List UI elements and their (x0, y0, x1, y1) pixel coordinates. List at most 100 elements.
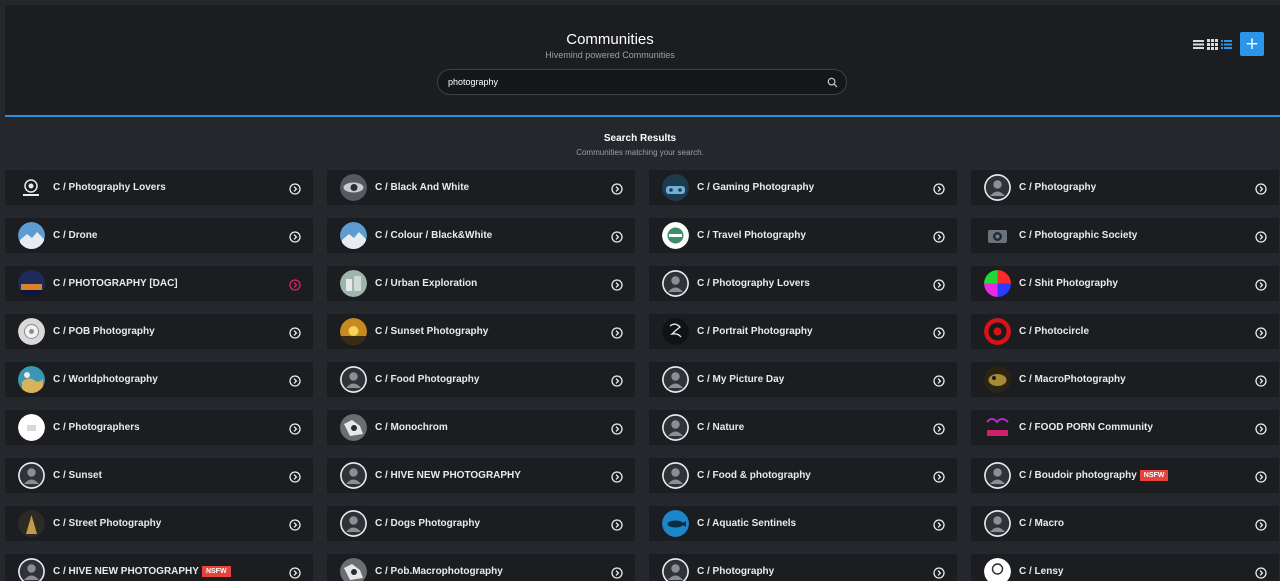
community-card[interactable]: C / Aquatic Sentinels (649, 506, 957, 541)
chevron-right-circle-icon[interactable] (611, 566, 623, 579)
chevron-right-circle-icon[interactable] (1255, 326, 1267, 339)
community-name[interactable]: C / Photographic Society (1019, 218, 1137, 253)
community-name[interactable]: C / FOOD PORN Community (1019, 410, 1153, 445)
community-card[interactable]: C / Food & photography (649, 458, 957, 493)
community-card[interactable]: C / Pob.Macrophotography (327, 554, 635, 581)
chevron-right-circle-icon[interactable] (611, 422, 623, 435)
chevron-right-circle-icon[interactable] (611, 518, 623, 531)
community-card[interactable]: C / Urban Exploration (327, 266, 635, 301)
add-community-button[interactable]: + (1240, 32, 1264, 56)
chevron-right-circle-icon[interactable] (1255, 566, 1267, 579)
community-name[interactable]: C / Aquatic Sentinels (697, 506, 796, 541)
community-card[interactable]: C / Lensy (971, 554, 1279, 581)
chevron-right-circle-icon[interactable] (611, 182, 623, 195)
chevron-right-circle-icon[interactable] (289, 230, 301, 243)
community-card[interactable]: C / Sunset Photography (327, 314, 635, 349)
community-card[interactable]: C / Portrait Photography (649, 314, 957, 349)
community-card[interactable]: C / Photographers (5, 410, 313, 445)
search-input[interactable] (448, 70, 818, 94)
chevron-right-circle-icon[interactable] (289, 326, 301, 339)
community-name[interactable]: C / Photography Lovers (53, 170, 166, 205)
community-name[interactable]: C / Travel Photography (697, 218, 806, 253)
list-view-icon[interactable] (1193, 39, 1204, 50)
community-card[interactable]: C / Photography (971, 170, 1279, 205)
community-name[interactable]: C / Monochrom (375, 410, 448, 445)
chevron-right-circle-icon[interactable] (611, 470, 623, 483)
community-card[interactable]: C / Travel Photography (649, 218, 957, 253)
community-card[interactable]: C / Photography Lovers (649, 266, 957, 301)
community-name[interactable]: C / Food & photography (697, 458, 811, 493)
chevron-right-circle-icon[interactable] (1255, 374, 1267, 387)
chevron-right-circle-icon[interactable] (933, 230, 945, 243)
chevron-right-circle-icon[interactable] (289, 566, 301, 579)
community-name[interactable]: C / Dogs Photography (375, 506, 480, 541)
community-name[interactable]: C / POB Photography (53, 314, 155, 349)
community-name[interactable]: C / Photography Lovers (697, 266, 810, 301)
chevron-right-circle-icon[interactable] (933, 566, 945, 579)
community-card[interactable]: C / FOOD PORN Community (971, 410, 1279, 445)
community-name[interactable]: C / MacroPhotography (1019, 362, 1126, 397)
community-name[interactable]: C / Food Photography (375, 362, 479, 397)
community-card[interactable]: C / POB Photography (5, 314, 313, 349)
community-name[interactable]: C / Lensy (1019, 554, 1063, 581)
community-name[interactable]: C / Photography (1019, 170, 1096, 205)
chevron-right-circle-icon[interactable] (933, 470, 945, 483)
community-card[interactable]: C / Boudoir photography NSFW (971, 458, 1279, 493)
community-card[interactable]: C / Shit Photography (971, 266, 1279, 301)
community-card[interactable]: C / Sunset (5, 458, 313, 493)
community-name[interactable]: C / Photocircle (1019, 314, 1089, 349)
community-card[interactable]: C / Dogs Photography (327, 506, 635, 541)
community-name[interactable]: C / My Picture Day (697, 362, 784, 397)
community-name[interactable]: C / Colour / Black&White (375, 218, 492, 253)
community-card[interactable]: C / Nature (649, 410, 957, 445)
community-card[interactable]: C / Street Photography (5, 506, 313, 541)
search-box[interactable] (437, 69, 847, 95)
chevron-right-circle-icon[interactable] (1255, 230, 1267, 243)
grid-view-icon[interactable] (1207, 38, 1218, 50)
community-card[interactable]: C / Gaming Photography (649, 170, 957, 205)
community-name[interactable]: C / Worldphotography (53, 362, 158, 397)
community-card[interactable]: C / My Picture Day (649, 362, 957, 397)
community-name[interactable]: C / Drone (53, 218, 97, 253)
search-icon[interactable] (827, 77, 838, 88)
community-card[interactable]: C / Food Photography (327, 362, 635, 397)
chevron-right-circle-icon[interactable] (933, 278, 945, 291)
chevron-right-circle-icon[interactable] (1255, 278, 1267, 291)
chevron-right-circle-icon[interactable] (933, 518, 945, 531)
community-card[interactable]: C / HIVE NEW PHOTOGRAPHY (327, 458, 635, 493)
chevron-right-circle-icon[interactable] (933, 422, 945, 435)
community-name[interactable]: C / Sunset (53, 458, 102, 493)
chevron-right-circle-icon[interactable] (611, 374, 623, 387)
chevron-right-circle-icon[interactable] (933, 326, 945, 339)
community-card[interactable]: C / MacroPhotography (971, 362, 1279, 397)
community-card[interactable]: C / Worldphotography (5, 362, 313, 397)
community-name[interactable]: C / Photography (697, 554, 774, 581)
chevron-right-circle-icon[interactable] (289, 278, 301, 291)
chevron-right-circle-icon[interactable] (289, 422, 301, 435)
community-name[interactable]: C / HIVE NEW PHOTOGRAPHY NSFW (53, 554, 231, 581)
chevron-right-circle-icon[interactable] (1255, 518, 1267, 531)
community-name[interactable]: C / Macro (1019, 506, 1064, 541)
community-card[interactable]: C / Drone (5, 218, 313, 253)
chevron-right-circle-icon[interactable] (933, 182, 945, 195)
community-card[interactable]: C / Photocircle (971, 314, 1279, 349)
community-name[interactable]: C / Nature (697, 410, 744, 445)
chevron-right-circle-icon[interactable] (289, 374, 301, 387)
community-card[interactable]: C / Photographic Society (971, 218, 1279, 253)
community-name[interactable]: C / HIVE NEW PHOTOGRAPHY (375, 458, 521, 493)
community-card[interactable]: C / PHOTOGRAPHY [DAC] (5, 266, 313, 301)
chevron-right-circle-icon[interactable] (611, 278, 623, 291)
chevron-right-circle-icon[interactable] (933, 374, 945, 387)
community-name[interactable]: C / Gaming Photography (697, 170, 814, 205)
community-card[interactable]: C / Photography (649, 554, 957, 581)
community-card[interactable]: C / Black And White (327, 170, 635, 205)
chevron-right-circle-icon[interactable] (611, 326, 623, 339)
community-card[interactable]: C / Photography Lovers (5, 170, 313, 205)
community-card[interactable]: C / Colour / Black&White (327, 218, 635, 253)
community-name[interactable]: C / Black And White (375, 170, 469, 205)
community-name[interactable]: C / Urban Exploration (375, 266, 477, 301)
community-name[interactable]: C / Photographers (53, 410, 140, 445)
chevron-right-circle-icon[interactable] (1255, 422, 1267, 435)
chevron-right-circle-icon[interactable] (289, 182, 301, 195)
community-name[interactable]: C / PHOTOGRAPHY [DAC] (53, 266, 178, 301)
